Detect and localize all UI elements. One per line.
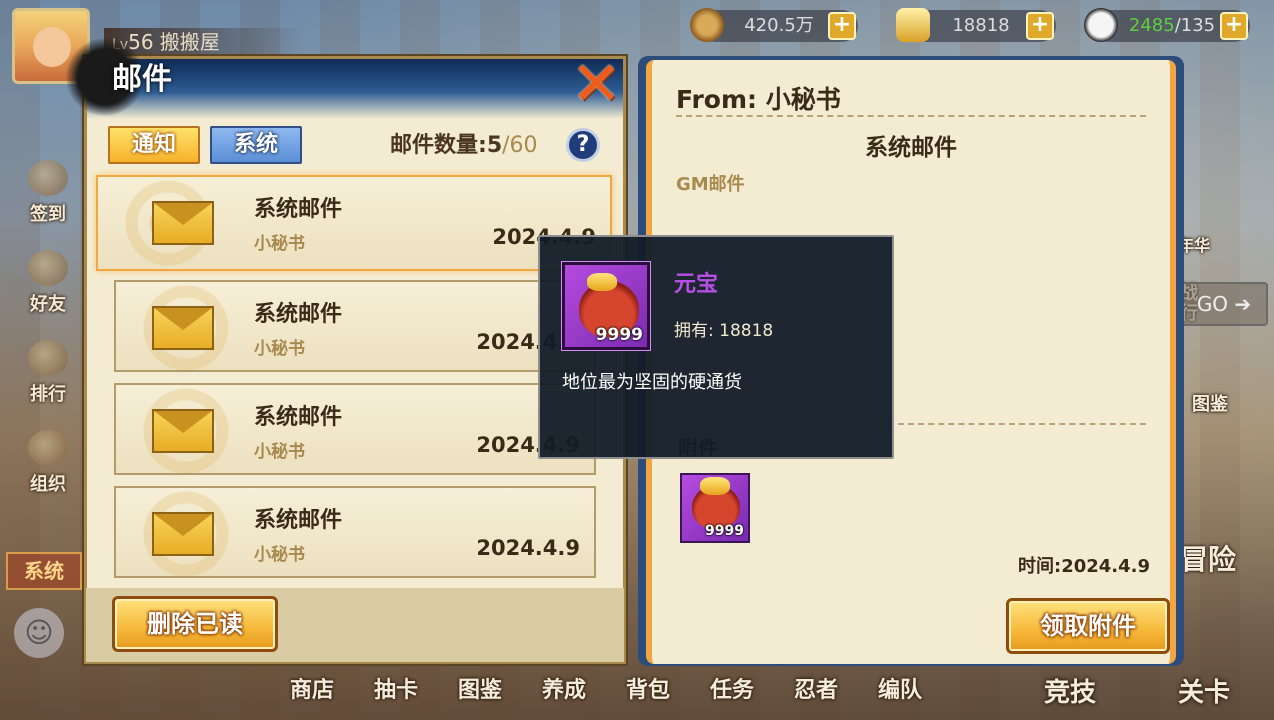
mail-list-item[interactable]: 系统邮件 小秘书 2024.4.9 — [114, 486, 596, 578]
mail-item-title: 系统邮件 — [254, 302, 343, 327]
emoji-chat-button[interactable]: ☺ — [14, 608, 64, 658]
mail-item-sender: 小秘书 — [254, 442, 305, 462]
adventure-label[interactable]: 冒险 — [1180, 538, 1236, 578]
go-button[interactable]: GO ➔ — [1180, 282, 1268, 326]
mail-item-title: 系统邮件 — [254, 508, 343, 533]
envelope-icon — [152, 409, 214, 453]
tooltip-item-icon: 9999 — [562, 262, 650, 350]
attachment-quantity: 9999 — [705, 523, 744, 539]
sidebar-item-label: 好友 — [30, 294, 66, 315]
mail-item-sender: 小秘书 — [254, 234, 305, 254]
sidebar-item-label: 排行 — [30, 384, 66, 405]
stamina-max: /135 — [1174, 15, 1216, 36]
mail-count-max: /60 — [502, 133, 538, 158]
mail-list-item[interactable]: 系统邮件 小秘书 2024.4.9 — [114, 280, 596, 372]
coins-value: 420.5万 — [744, 15, 814, 36]
delete-read-button[interactable]: 删除已读 — [112, 596, 278, 652]
add-stamina-button[interactable]: + — [1220, 12, 1248, 40]
detail-body: GM邮件 — [676, 174, 745, 195]
organization-icon — [28, 430, 68, 466]
checkin-icon — [28, 160, 68, 196]
envelope-icon — [152, 306, 214, 350]
gold-value: 18818 — [952, 15, 1010, 36]
mail-item-sender: 小秘书 — [254, 545, 305, 565]
mail-count-label: 邮件数量: — [390, 133, 487, 158]
envelope-icon — [152, 512, 214, 556]
help-button[interactable]: ? — [566, 128, 600, 162]
tooltip-description: 地位最为坚固的硬通货 — [562, 372, 742, 393]
nav-formation[interactable]: 编队 — [858, 672, 942, 704]
mail-title: 邮件 — [112, 62, 172, 97]
sidebar-item-friends[interactable]: 好友 — [18, 250, 78, 315]
nav-upgrade[interactable]: 养成 — [522, 672, 606, 704]
coins-counter: 420.5万 + — [690, 8, 858, 42]
mail-count: 邮件数量:5/60 — [390, 130, 560, 162]
friends-icon — [28, 250, 68, 286]
envelope-icon — [152, 201, 214, 245]
mail-list-item-selected[interactable]: 系统邮件 小秘书 2024.4.9 — [96, 175, 612, 271]
nav-bag[interactable]: 背包 — [606, 672, 690, 704]
bottom-nav: 商店 抽卡 图鉴 养成 背包 任务 忍者 编队 — [270, 672, 950, 712]
detail-subject: 系统邮件 — [865, 135, 957, 161]
tab-system[interactable]: 系统 — [210, 126, 302, 164]
gallery-label[interactable]: 图鉴 — [1192, 390, 1228, 416]
mail-item-title: 系统邮件 — [254, 405, 343, 430]
player-name: 搬搬屋 — [159, 30, 220, 54]
nav-tasks[interactable]: 任务 — [690, 672, 774, 704]
tooltip-owned-count: 拥有: 18818 — [674, 321, 774, 341]
sidebar-item-system[interactable]: 系统 — [6, 552, 82, 590]
add-gold-button[interactable]: + — [1026, 12, 1054, 40]
sidebar-item-organization[interactable]: 组织 — [18, 430, 78, 495]
tooltip-item-name: 元宝 — [674, 272, 719, 297]
nav-gacha[interactable]: 抽卡 — [354, 672, 438, 704]
nav-arena[interactable]: 竞技 — [1044, 672, 1096, 709]
divider — [676, 115, 1146, 117]
nav-gallery[interactable]: 图鉴 — [438, 672, 522, 704]
mail-count-current: 5 — [486, 133, 503, 158]
detail-time: 时间:2024.4.9 — [1018, 556, 1151, 577]
sidebar-item-ranking[interactable]: 排行 — [18, 340, 78, 405]
trophy-icon — [28, 340, 68, 376]
sidebar-item-checkin[interactable]: 签到 — [18, 160, 78, 225]
stamina-current: 2485 — [1128, 15, 1175, 36]
tooltip-item-quantity: 9999 — [595, 325, 643, 345]
mail-list-item[interactable]: 系统邮件 小秘书 2024.4.9 — [114, 383, 596, 475]
detail-sender: From: 小秘书 — [676, 85, 841, 114]
nav-ninja[interactable]: 忍者 — [774, 672, 858, 704]
mail-item-sender: 小秘书 — [254, 339, 305, 359]
attachment-item-slot[interactable]: 9999 — [680, 473, 750, 543]
sidebar-item-label: 组织 — [30, 474, 66, 495]
nav-stages[interactable]: 关卡 — [1178, 672, 1230, 709]
sidebar-item-label: 签到 — [30, 204, 66, 225]
add-coins-button[interactable]: + — [828, 12, 856, 40]
mail-item-date: 2024.4.9 — [476, 536, 580, 560]
nav-shop[interactable]: 商店 — [270, 672, 354, 704]
mail-item-title: 系统邮件 — [254, 197, 343, 222]
gold-ingot-icon — [896, 8, 930, 42]
coin-icon — [690, 8, 724, 42]
tab-notice[interactable]: 通知 — [108, 126, 200, 164]
stamina-counter: 2485/135 + — [1084, 8, 1250, 42]
close-button[interactable]: ✕ — [566, 54, 626, 114]
gold-counter: 18818 + — [896, 8, 1056, 42]
claim-attachment-button[interactable]: 领取附件 — [1006, 598, 1170, 654]
rice-ball-icon — [1084, 8, 1118, 42]
